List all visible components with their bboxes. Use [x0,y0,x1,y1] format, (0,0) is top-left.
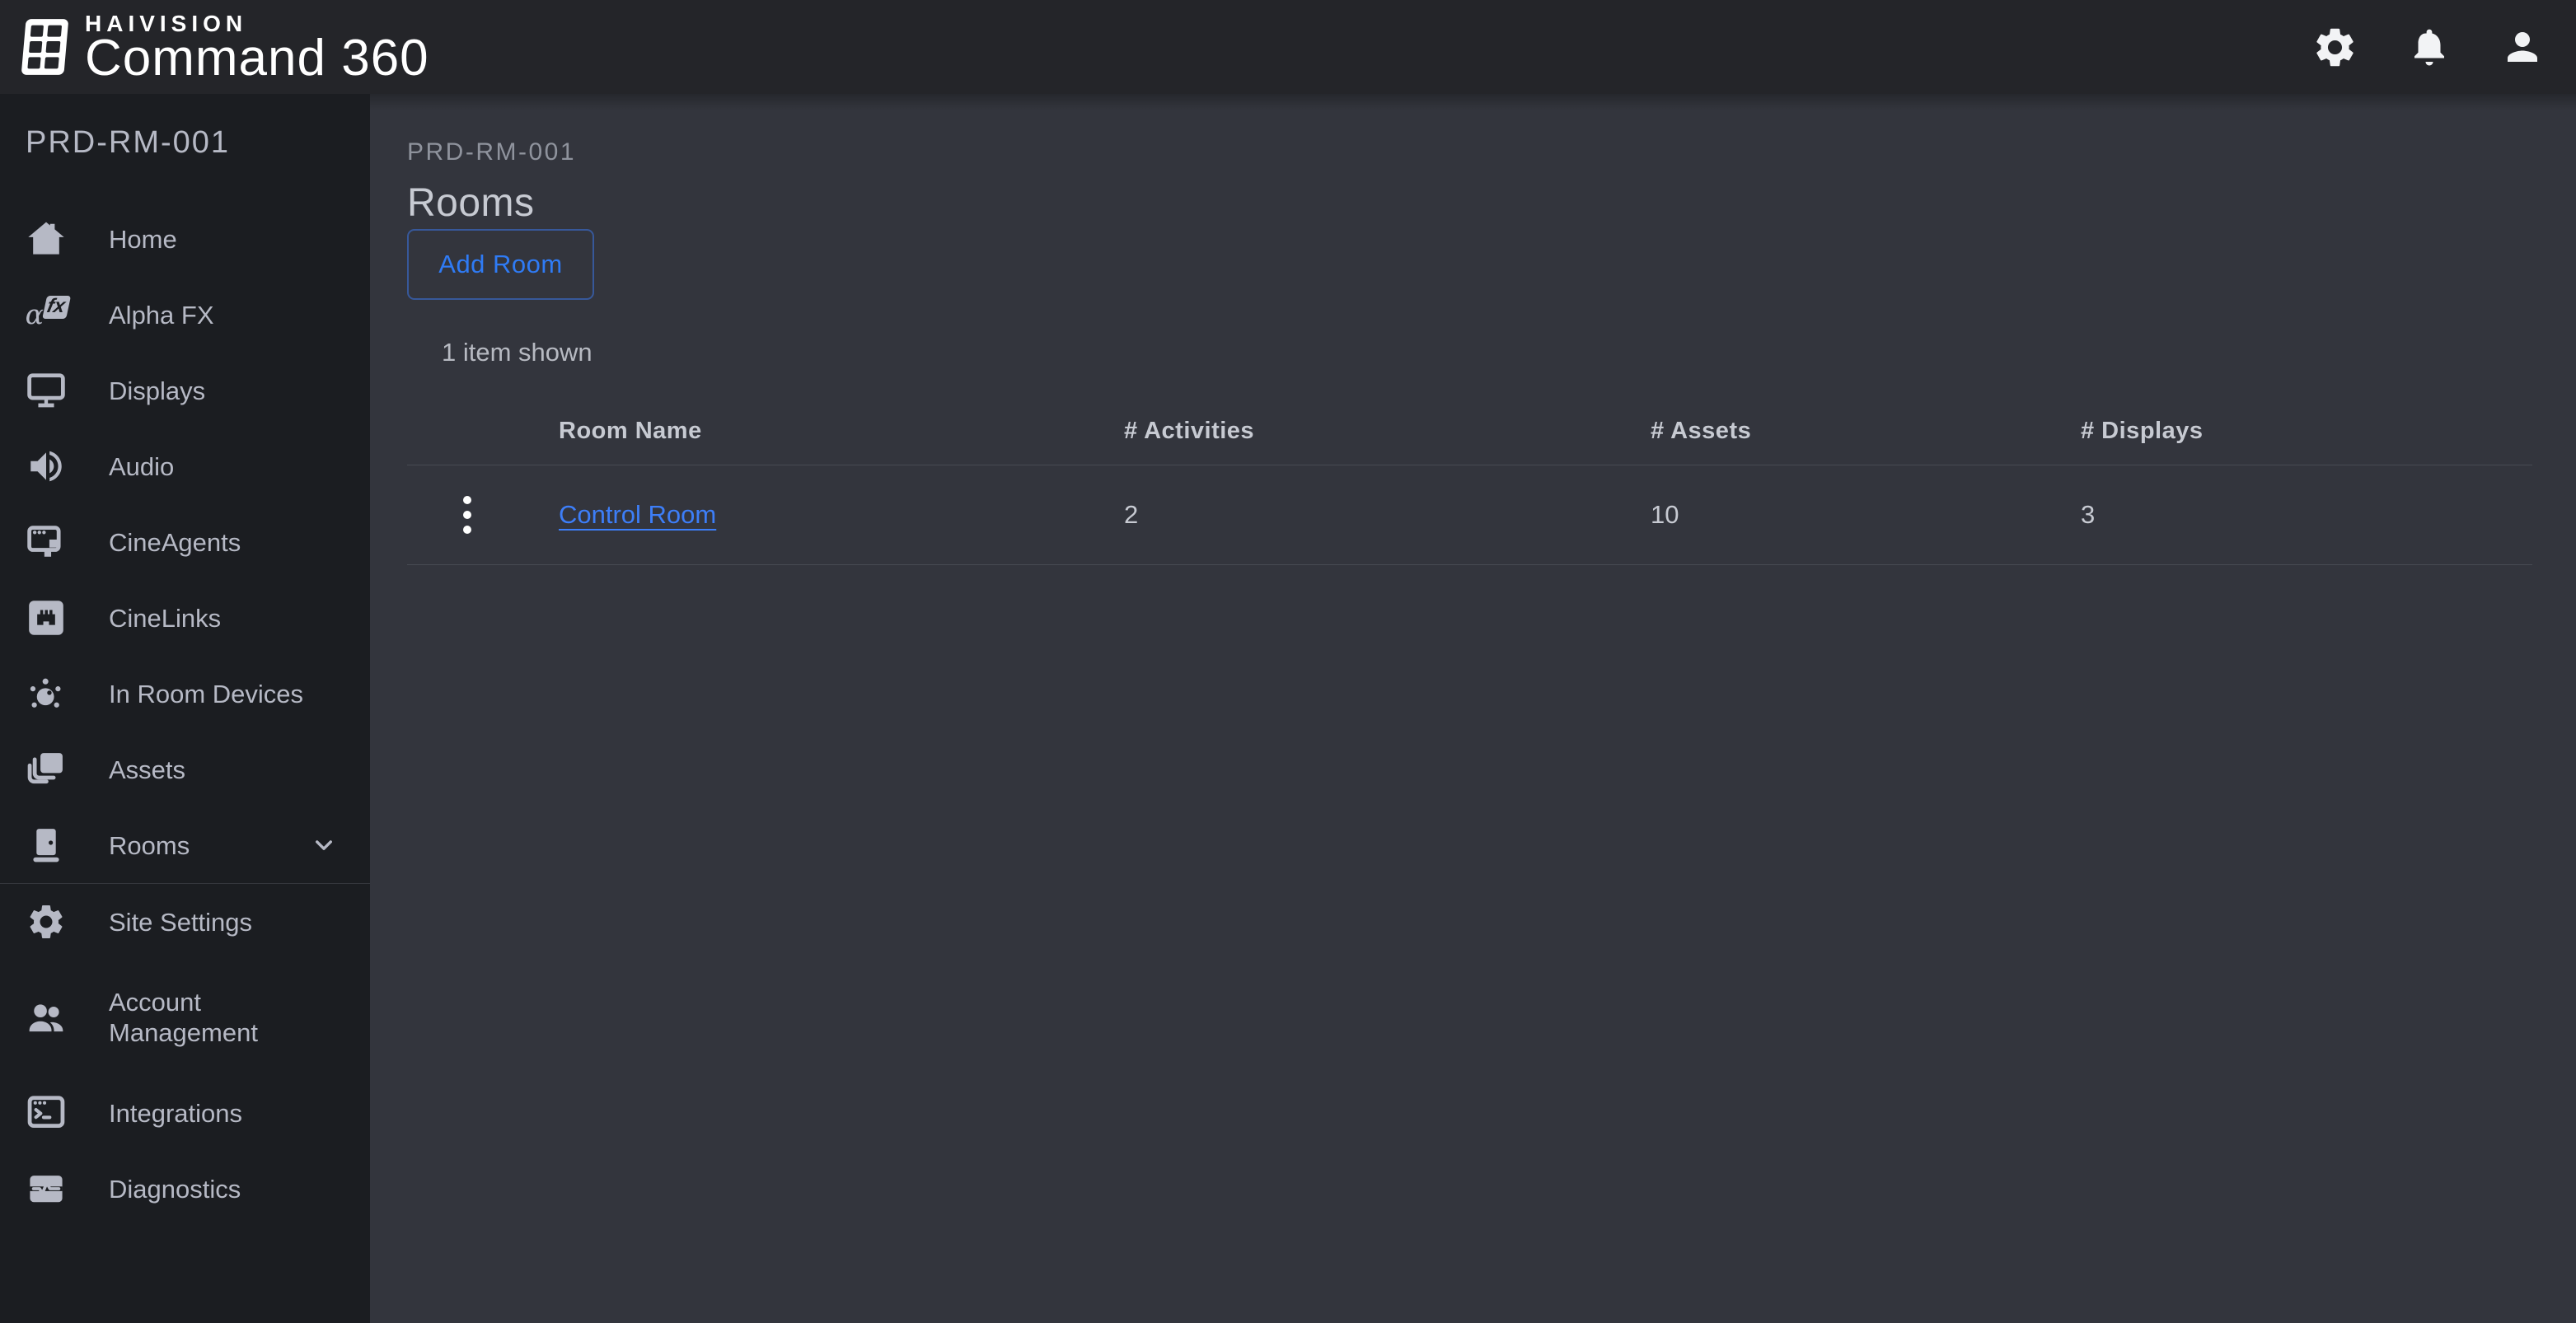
activities-cell: 2 [1124,500,1139,529]
sidebar-item-label: Alpha FX [109,300,214,330]
chevron-down-icon[interactable] [309,830,339,860]
app-window: HAIVISION Command 360 PRD-RM-001 Home α … [0,0,2576,1323]
sidebar-item-site-settings[interactable]: Site Settings [0,884,370,960]
cinelinks-ethernet-icon [23,596,69,639]
sidebar-item-label: Displays [109,376,206,405]
assets-cell: 10 [1651,500,1679,529]
home-icon [23,217,69,260]
sidebar-item-displays[interactable]: Displays [0,353,370,428]
sidebar-item-label: In Room Devices [109,679,304,708]
row-actions-cell [407,491,559,539]
items-shown-count: 1 item shown [442,338,592,367]
topbar-actions [2311,24,2545,71]
kebab-menu-icon[interactable] [458,491,476,539]
column-header-assets: # Assets [1651,417,1752,444]
sidebar-item-rooms[interactable]: Rooms [0,807,370,883]
sidebar-item-cinelinks[interactable]: CineLinks [0,580,370,656]
people-icon [23,996,69,1039]
notifications-bell-icon[interactable] [2407,25,2452,69]
sidebar-site-label: PRD-RM-001 [26,125,231,160]
column-header-displays: # Displays [2081,417,2204,444]
room-name-cell: Control Room [559,500,1124,530]
column-header-activities: # Activities [1124,417,1255,444]
breadcrumb: PRD-RM-001 [407,138,577,166]
sidebar-item-assets[interactable]: Assets [0,732,370,807]
sidebar-item-account-management[interactable]: Account Management [0,960,370,1075]
room-link[interactable]: Control Room [559,500,716,529]
page-title: Rooms [407,181,535,225]
rooms-table: Room Name # Activities # Assets # Displa… [407,397,2532,565]
terminal-window-icon [23,1092,69,1134]
sidebar-item-label: CineAgents [109,527,241,557]
sidebar-item-label: Audio [109,451,175,481]
display-icon [23,369,69,412]
add-room-button[interactable]: Add Room [407,229,594,300]
displays-cell: 3 [2081,500,2096,529]
haivision-videowall-logo-icon [19,18,71,76]
diagnostics-pulse-icon [23,1168,69,1209]
sidebar-item-label: Rooms [109,830,190,860]
rooms-door-icon [23,824,69,867]
sidebar-item-label: Integrations [109,1098,242,1128]
sidebar-item-integrations[interactable]: Integrations [0,1075,370,1151]
table-header-row: Room Name # Activities # Assets # Displa… [407,397,2532,465]
sidebar-item-cineagents[interactable]: CineAgents [0,504,370,580]
sidebar-item-label: Assets [109,755,186,784]
sidebar-item-label: Site Settings [109,907,253,937]
sidebar: PRD-RM-001 Home α fx Alpha FX Displays A… [0,94,370,1323]
user-person-icon[interactable] [2500,25,2545,69]
audio-speaker-icon [23,446,69,487]
main-content: PRD-RM-001 Rooms Add Room 1 item shown R… [370,94,2576,1323]
table-row: Control Room 2 10 3 [407,465,2532,565]
in-room-devices-icon [23,673,69,714]
sidebar-item-label: Diagnostics [109,1174,241,1204]
cineagents-window-icon [23,521,69,563]
column-header-room-name: Room Name [559,417,702,444]
assets-layers-icon [23,748,69,791]
gear-icon [23,901,69,942]
alpha-fx-icon: α fx [23,295,72,328]
sidebar-item-label: Account Management [109,988,258,1047]
sidebar-item-alpha-fx[interactable]: α fx Alpha FX [0,277,370,353]
sidebar-item-in-room-devices[interactable]: In Room Devices [0,656,370,732]
sidebar-item-diagnostics[interactable]: Diagnostics [0,1151,370,1227]
sidebar-item-label: Home [109,224,177,254]
sidebar-item-label: CineLinks [109,603,222,633]
topbar: HAIVISION Command 360 [0,0,2576,94]
sidebar-item-audio[interactable]: Audio [0,428,370,504]
brand-logo[interactable]: HAIVISION Command 360 [19,12,429,86]
sidebar-nav: Home α fx Alpha FX Displays Audio CineAg… [0,201,370,1227]
sidebar-item-home[interactable]: Home [0,201,370,277]
settings-gear-icon[interactable] [2311,24,2358,71]
brand-text: HAIVISION Command 360 [85,12,429,86]
product-name: Command 360 [85,30,429,86]
